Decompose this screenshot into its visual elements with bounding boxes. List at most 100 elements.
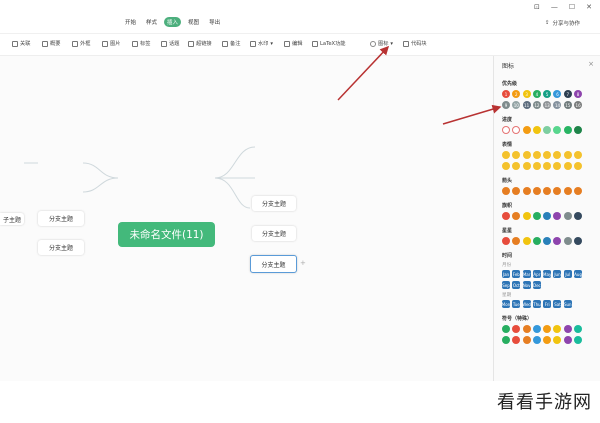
minimize-icon[interactable]: — xyxy=(551,3,558,11)
icon-option[interactable]: 8 xyxy=(574,90,583,98)
icon-option[interactable] xyxy=(574,212,583,220)
icon-option[interactable] xyxy=(574,151,583,159)
icon-option[interactable] xyxy=(574,162,583,170)
icon-option[interactable]: 3 xyxy=(522,90,531,98)
icon-option[interactable]: Apr xyxy=(532,270,541,278)
icon-option[interactable] xyxy=(532,212,541,220)
toolbar-summary[interactable]: 概要 xyxy=(42,40,60,47)
tab-view[interactable]: 视图 xyxy=(185,17,202,27)
icon-option[interactable] xyxy=(522,187,531,195)
icon-option[interactable] xyxy=(563,336,572,344)
icon-option[interactable] xyxy=(553,212,562,220)
icon-option[interactable] xyxy=(522,212,531,220)
icon-option[interactable]: Wed xyxy=(522,300,531,308)
toolbar-latex[interactable]: LaTeX功能 xyxy=(312,40,345,47)
icon-option[interactable]: 13 xyxy=(543,101,552,109)
icon-option[interactable] xyxy=(532,336,541,344)
icon-option[interactable]: Feb xyxy=(512,270,521,278)
icon-option[interactable] xyxy=(502,212,510,220)
icon-option[interactable] xyxy=(502,187,510,195)
icon-option[interactable] xyxy=(522,162,531,170)
icon-option[interactable]: Fri xyxy=(543,300,552,308)
icon-option[interactable] xyxy=(512,187,521,195)
branch-topic-left-1[interactable]: 分支主题 xyxy=(38,211,84,226)
icon-option[interactable] xyxy=(574,187,583,195)
icon-option[interactable]: Dec xyxy=(532,281,541,289)
icon-option[interactable] xyxy=(532,187,541,195)
icon-option[interactable]: 4 xyxy=(532,90,541,98)
icon-option[interactable] xyxy=(522,325,531,333)
branch-topic-right-3-selected[interactable]: 分支主题 xyxy=(250,255,297,273)
tab-insert[interactable]: 插入 xyxy=(164,17,182,27)
toolbar-boundary[interactable]: 外框 xyxy=(72,40,90,47)
icon-option[interactable]: Thu xyxy=(532,300,541,308)
icon-option[interactable]: 10 xyxy=(512,101,521,109)
icon-option[interactable]: 5 xyxy=(543,90,552,98)
icon-option[interactable] xyxy=(512,237,521,245)
icon-option[interactable] xyxy=(563,237,572,245)
icon-option[interactable] xyxy=(502,151,510,159)
toolbar-hyperlink[interactable]: 超链接 xyxy=(188,40,212,47)
icon-option[interactable] xyxy=(532,126,541,134)
icon-option[interactable] xyxy=(543,325,552,333)
icon-option[interactable]: 14 xyxy=(553,101,562,109)
icon-option[interactable]: 15 xyxy=(563,101,572,109)
icon-option[interactable] xyxy=(532,237,541,245)
tab-style[interactable]: 样式 xyxy=(143,17,160,27)
icon-option[interactable] xyxy=(512,212,521,220)
toolbar-icons[interactable]: 图标 ▾ xyxy=(370,40,393,47)
icon-option[interactable]: Mon xyxy=(502,300,510,308)
close-icon[interactable]: ✕ xyxy=(586,3,592,11)
icon-option[interactable] xyxy=(532,151,541,159)
icon-option[interactable] xyxy=(543,336,552,344)
icon-option[interactable] xyxy=(553,151,562,159)
icon-option[interactable] xyxy=(522,237,531,245)
icon-option[interactable] xyxy=(574,126,583,134)
icon-option[interactable]: 12 xyxy=(532,101,541,109)
icon-option[interactable]: Mar xyxy=(522,270,531,278)
icon-option[interactable] xyxy=(512,126,521,134)
maximize-icon[interactable]: ☐ xyxy=(569,3,575,11)
icon-option[interactable]: Jun xyxy=(553,270,562,278)
add-topic-icon[interactable]: + xyxy=(300,259,306,267)
tab-start[interactable]: 开始 xyxy=(122,17,139,27)
tab-export[interactable]: 导出 xyxy=(206,17,223,27)
icon-option[interactable] xyxy=(502,237,510,245)
icon-option[interactable] xyxy=(563,325,572,333)
icon-option[interactable] xyxy=(543,187,552,195)
icon-option[interactable] xyxy=(553,336,562,344)
icon-option[interactable] xyxy=(502,325,510,333)
toolbar-tag[interactable]: 标签 xyxy=(132,40,150,47)
branch-topic-left-2[interactable]: 分支主题 xyxy=(38,240,84,255)
icon-option[interactable]: 9 xyxy=(502,101,510,109)
toolbar-relation[interactable]: 关联 xyxy=(12,40,30,47)
icon-option[interactable] xyxy=(502,336,510,344)
icon-option[interactable] xyxy=(553,237,562,245)
toolbar-codeblock[interactable]: 代码块 xyxy=(403,40,427,47)
icon-option[interactable] xyxy=(543,212,552,220)
icon-option[interactable]: Tue xyxy=(512,300,521,308)
icon-option[interactable] xyxy=(543,237,552,245)
close-icon[interactable]: × xyxy=(588,60,594,68)
icon-option[interactable]: Sep xyxy=(502,281,510,289)
mindmap-canvas[interactable]: 子主题 分支主题 分支主题 未命名文件(11) 分支主题 分支主题 分支主题 + xyxy=(0,56,493,381)
icon-option[interactable]: 16 xyxy=(574,101,583,109)
icon-option[interactable]: 7 xyxy=(563,90,572,98)
restore-icon[interactable]: ⊡ xyxy=(534,3,540,11)
icon-option[interactable]: May xyxy=(543,270,552,278)
icon-option[interactable]: Aug xyxy=(574,270,583,278)
icon-option[interactable] xyxy=(502,126,510,134)
root-topic[interactable]: 未命名文件(11) xyxy=(118,222,215,247)
icon-option[interactable] xyxy=(512,325,521,333)
icon-option[interactable]: Sat xyxy=(553,300,562,308)
icon-option[interactable] xyxy=(563,126,572,134)
icon-option[interactable]: 2 xyxy=(512,90,521,98)
icon-option[interactable] xyxy=(522,151,531,159)
icon-option[interactable] xyxy=(502,162,510,170)
icon-option[interactable] xyxy=(543,126,552,134)
icon-option[interactable] xyxy=(563,187,572,195)
sub-topic[interactable]: 子主题 xyxy=(0,213,24,225)
icon-option[interactable] xyxy=(563,162,572,170)
icon-option[interactable] xyxy=(512,151,521,159)
icon-option[interactable]: 6 xyxy=(553,90,562,98)
